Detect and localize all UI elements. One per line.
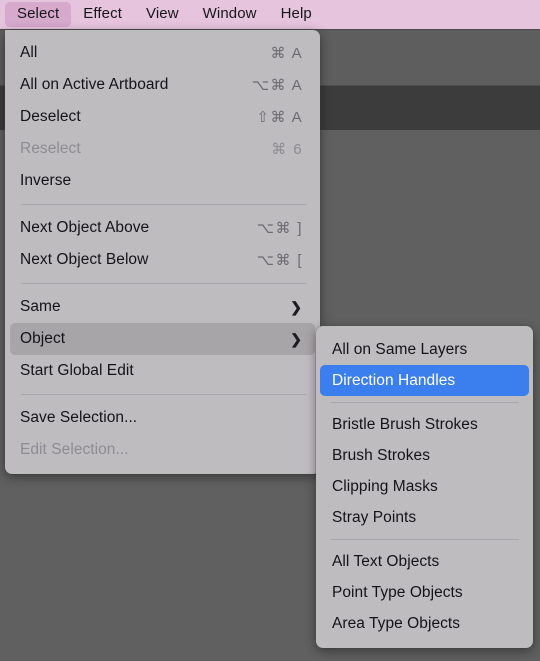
select-menu-item-all[interactable]: All ⌘ A: [10, 37, 315, 69]
menubar-item-select[interactable]: Select: [5, 2, 72, 27]
menu-item-shortcut: ⌘ A: [270, 45, 303, 62]
select-menu-item-save-selection[interactable]: Save Selection...: [10, 402, 315, 434]
menubar-item-window[interactable]: Window: [191, 2, 269, 27]
menu-item-label: Area Type Objects: [332, 614, 461, 632]
select-menu-item-start-global-edit[interactable]: Start Global Edit: [10, 355, 315, 387]
menu-item-shortcut: ⌘ 6: [271, 141, 303, 158]
menu-item-label: Direction Handles: [332, 371, 456, 389]
select-menu-item-same[interactable]: Same ❯: [10, 291, 315, 323]
menu-item-label: All Text Objects: [332, 552, 440, 570]
menu-separator: [21, 204, 306, 205]
menu-item-label: Save Selection...: [20, 409, 138, 426]
menubar-item-view[interactable]: View: [134, 2, 191, 27]
menu-item-shortcut: ⌥⌘ [: [256, 252, 303, 269]
menu-item-label: Edit Selection...: [20, 441, 129, 458]
menubar-item-help[interactable]: Help: [269, 2, 324, 27]
menu-item-label: Same: [20, 298, 61, 315]
menu-item-shortcut: ⇧⌘ A: [256, 109, 303, 126]
menu-item-label: Object: [20, 330, 66, 347]
select-menu-item-edit-selection: Edit Selection...: [10, 434, 315, 466]
menu-item-label: Brush Strokes: [332, 446, 430, 464]
menu-separator: [21, 283, 306, 284]
menu-item-label: Deselect: [20, 108, 81, 125]
object-submenu-item-all-on-same-layers[interactable]: All on Same Layers: [320, 334, 529, 365]
menu-item-label: All on Same Layers: [332, 340, 468, 358]
object-submenu-item-point-type-objects[interactable]: Point Type Objects: [320, 577, 529, 608]
select-dropdown-menu: All ⌘ A All on Active Artboard ⌥⌘ A Deselect…: [5, 30, 320, 474]
object-submenu-item-bristle-brush-strokes[interactable]: Bristle Brush Strokes: [320, 409, 529, 440]
menu-item-label: Inverse: [20, 172, 72, 189]
menu-item-label: Next Object Above: [20, 219, 150, 236]
object-submenu-item-area-type-objects[interactable]: Area Type Objects: [320, 608, 529, 639]
object-submenu-item-clipping-masks[interactable]: Clipping Masks: [320, 471, 529, 502]
select-menu-item-deselect[interactable]: Deselect ⇧⌘ A: [10, 101, 315, 133]
object-submenu: All on Same Layers Direction Handles Brist…: [316, 326, 533, 648]
select-menu-item-next-object-above[interactable]: Next Object Above ⌥⌘ ]: [10, 212, 315, 244]
chevron-right-icon: ❯: [290, 331, 302, 347]
select-menu-item-next-object-below[interactable]: Next Object Below ⌥⌘ [: [10, 244, 315, 276]
menu-item-label: Stray Points: [332, 508, 417, 526]
object-submenu-item-brush-strokes[interactable]: Brush Strokes: [320, 440, 529, 471]
menu-item-label: Point Type Objects: [332, 583, 463, 601]
menu-item-shortcut: ⌥⌘ ]: [256, 220, 303, 237]
select-menu-item-all-on-active-artboard[interactable]: All on Active Artboard ⌥⌘ A: [10, 69, 315, 101]
menubar-item-effect[interactable]: Effect: [71, 2, 134, 27]
menu-item-label: Next Object Below: [20, 251, 149, 268]
menu-item-label: Start Global Edit: [20, 362, 134, 379]
menu-separator: [330, 539, 519, 540]
menu-separator: [21, 394, 306, 395]
menu-item-shortcut: ⌥⌘ A: [251, 77, 303, 94]
object-submenu-item-all-text-objects[interactable]: All Text Objects: [320, 546, 529, 577]
menu-item-label: All: [20, 44, 38, 61]
menu-separator: [330, 402, 519, 403]
menu-item-label: Clipping Masks: [332, 477, 438, 495]
select-menu-item-inverse[interactable]: Inverse: [10, 165, 315, 197]
object-submenu-item-direction-handles[interactable]: Direction Handles: [320, 365, 529, 396]
select-menu-item-object[interactable]: Object ❯: [10, 323, 315, 355]
chevron-right-icon: ❯: [290, 299, 302, 315]
menu-bar: Select Effect View Window Help: [0, 0, 540, 29]
object-submenu-item-stray-points[interactable]: Stray Points: [320, 502, 529, 533]
menu-item-label: All on Active Artboard: [20, 76, 169, 93]
menu-item-label: Bristle Brush Strokes: [332, 415, 478, 433]
menu-item-label: Reselect: [20, 140, 81, 157]
select-menu-item-reselect: Reselect ⌘ 6: [10, 133, 315, 165]
